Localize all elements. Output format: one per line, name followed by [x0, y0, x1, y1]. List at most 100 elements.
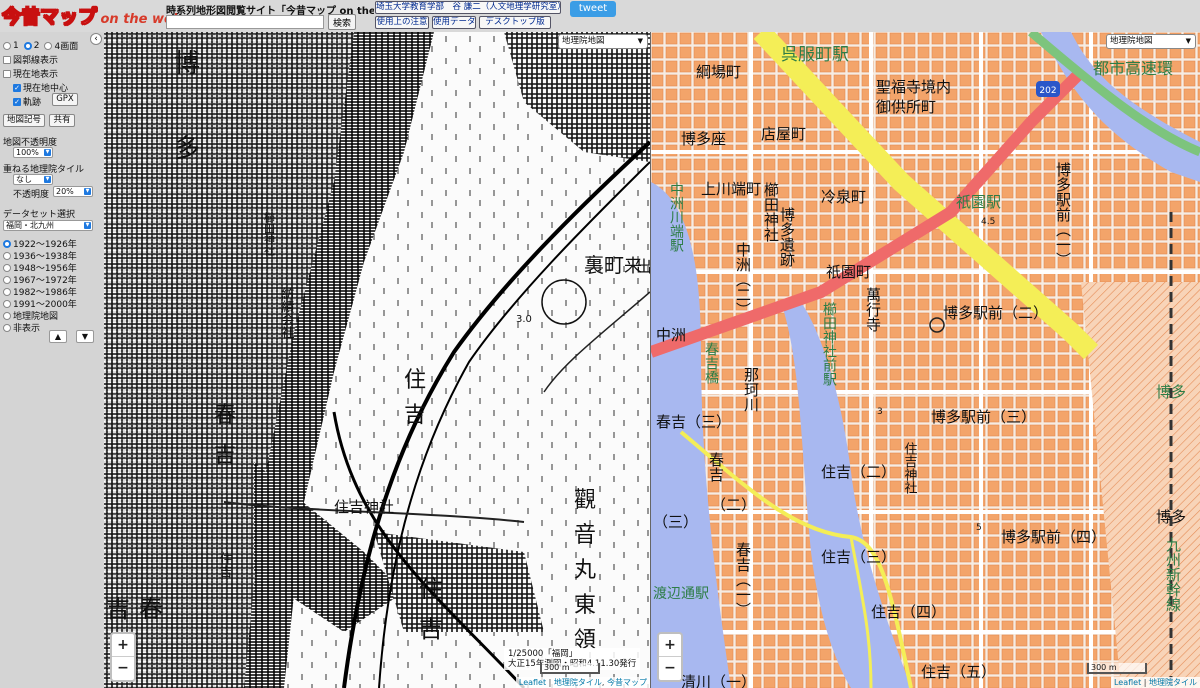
chevron-down-icon: ▼: [637, 37, 643, 45]
map-label: 吉: [419, 615, 443, 643]
map-label: 九州新幹線: [1164, 537, 1182, 612]
period-radio[interactable]: [3, 323, 11, 332]
map-label: 多: [174, 134, 200, 164]
period-radio[interactable]: [3, 263, 11, 272]
map-label: 春: [214, 403, 236, 428]
current-location-toggle[interactable]: 現在地表示: [3, 67, 58, 80]
map-label: 博多駅前（一）: [1054, 162, 1072, 267]
zoom-out-button[interactable]: −: [659, 657, 681, 680]
elevation-label: 3: [877, 407, 883, 417]
leaflet-link[interactable]: Leaflet: [1114, 678, 1141, 687]
pane-2-radio[interactable]: [23, 41, 32, 50]
pane-4-radio[interactable]: [44, 41, 53, 50]
elevation-label: 5: [976, 523, 982, 533]
map-label: 祇園町: [826, 263, 871, 281]
map-label: 3.0: [516, 314, 532, 325]
current-location-label: 現在地表示: [13, 70, 59, 80]
collapse-sidebar-icon[interactable]: ‹: [90, 33, 102, 45]
map-label: 中洲（二）: [734, 242, 752, 317]
map-label: 裏町: [584, 253, 624, 277]
map-label: 聖福寺境内: [876, 78, 951, 96]
gsi-tile-link[interactable]: 地理院タイル: [1149, 678, 1197, 687]
map-label: 住吉神社: [334, 498, 394, 516]
map-label: 住吉（二）: [821, 463, 896, 481]
gpx-button[interactable]: GPX: [52, 93, 78, 106]
previous-period-button[interactable]: ▲: [49, 330, 67, 343]
right-attribution: Leaflet | 地理院タイル: [1110, 677, 1200, 688]
map-label: 紡績会社: [279, 287, 295, 339]
track-label: 軌跡: [23, 98, 42, 108]
map-label: （三）: [653, 513, 698, 531]
map-label: 住吉神社: [902, 442, 918, 494]
period-item[interactable]: 非表示: [3, 321, 40, 334]
historical-map-canvas: 博 多 櫛田神社 紡績会社 裏町 来 出 住 吉 春 吉 住吉神社 住吉 吉 春…: [104, 32, 650, 688]
search-input[interactable]: [166, 15, 324, 29]
konjaku-link[interactable]: 今昔マップ: [607, 678, 647, 687]
author-link[interactable]: 埼玉大学教育学部 谷 謙二（人文地理学研究室）: [375, 1, 561, 14]
zoom-in-button[interactable]: +: [659, 634, 681, 657]
period-radio[interactable]: [3, 287, 11, 296]
modern-map-pane[interactable]: 202 呉服町駅 綱場町 聖福寺境内 都市高速環 御供所町 博多座 店屋町 上川…: [651, 32, 1200, 688]
map-label: 春吉（一）: [734, 542, 752, 617]
overlay-opacity-label: 不透明度: [13, 190, 50, 200]
map-label: 那珂川: [742, 367, 760, 412]
map-label: 春: [139, 595, 163, 623]
map-label: 住: [419, 575, 443, 603]
pane-1-radio[interactable]: [3, 41, 11, 50]
station-label: 渡辺通駅: [653, 586, 709, 602]
map-label: 住吉: [217, 552, 233, 578]
frame-line-checkbox[interactable]: [3, 55, 11, 64]
map-label: （二）: [711, 496, 756, 514]
map-label: 春吉: [707, 452, 725, 482]
header-bar: 今昔マップ on the web 時系列地形図閲覧サイト「今昔マップ on th…: [0, 0, 1200, 32]
next-period-button[interactable]: ▼: [76, 330, 94, 343]
zoom-in-button[interactable]: +: [112, 634, 134, 657]
overlay-tile-select[interactable]: なし ▼: [13, 174, 53, 185]
period-radio[interactable]: [3, 251, 11, 260]
select-arrow-icon: ▼: [44, 149, 51, 156]
right-layer-select[interactable]: 地理院地図 ▼: [1106, 34, 1196, 49]
desktop-version-link[interactable]: デスクトップ版: [479, 16, 551, 29]
usage-notes-link[interactable]: 使用上の注意: [375, 16, 429, 29]
map-label: 博: [174, 49, 200, 79]
data-used-link[interactable]: 使用データ: [432, 16, 476, 29]
map-label: 觀: [574, 488, 596, 513]
period-radio[interactable]: [3, 299, 11, 308]
station-label: 中洲川端駅: [668, 182, 684, 252]
select-arrow-icon: ▼: [84, 188, 91, 195]
select-arrow-icon: ▼: [44, 176, 51, 183]
route-number: 202: [1039, 86, 1056, 96]
gsi-tile-link[interactable]: 地理院タイル: [554, 678, 602, 687]
leaflet-link[interactable]: Leaflet: [519, 678, 546, 687]
zoom-out-button[interactable]: −: [112, 657, 134, 680]
opacity-select[interactable]: 100% ▼: [13, 147, 53, 158]
map-label: 吉: [106, 595, 130, 623]
map-label: 博多遺跡: [778, 207, 796, 268]
period-radio[interactable]: [3, 275, 11, 284]
right-layer-value: 地理院地図: [1110, 36, 1153, 46]
map-label: 清川（一）: [681, 673, 756, 688]
overlay-opacity-select[interactable]: 20% ▼: [53, 186, 93, 197]
track-toggle[interactable]: ✓ 軌跡: [13, 95, 41, 108]
historical-map-pane[interactable]: 博 多 櫛田神社 紡績会社 裏町 来 出 住 吉 春 吉 住吉神社 住吉 吉 春…: [104, 32, 650, 688]
frame-line-toggle[interactable]: 図郭線表示: [3, 53, 58, 66]
map-label: 博多駅前（四）: [1001, 528, 1106, 546]
dataset-select[interactable]: 福岡・北九州 ▼: [3, 220, 93, 231]
tweet-button[interactable]: tweet: [570, 1, 616, 17]
site-logo[interactable]: 今昔マップ on the web: [1, 2, 182, 29]
map-label: 博多駅前（二）: [943, 304, 1048, 322]
share-button[interactable]: 共有: [49, 114, 75, 127]
current-location-checkbox[interactable]: [3, 69, 11, 78]
search-button[interactable]: 検索: [328, 14, 356, 30]
center-location-checkbox[interactable]: ✓: [13, 83, 21, 92]
period-radio[interactable]: [3, 311, 11, 320]
period-radio[interactable]: [3, 239, 11, 248]
track-checkbox[interactable]: ✓: [13, 97, 21, 106]
opacity-value: 100%: [16, 148, 39, 157]
map-symbols-button[interactable]: 地図記号: [3, 114, 45, 127]
map-label: 住吉（四）: [871, 603, 946, 621]
left-scale-bar: 300 m: [540, 663, 600, 674]
sheet-name: 1/25000「福岡」: [508, 649, 578, 659]
overlay-value: なし: [16, 175, 32, 184]
left-layer-select[interactable]: 地理院地図 ▼: [558, 34, 648, 49]
